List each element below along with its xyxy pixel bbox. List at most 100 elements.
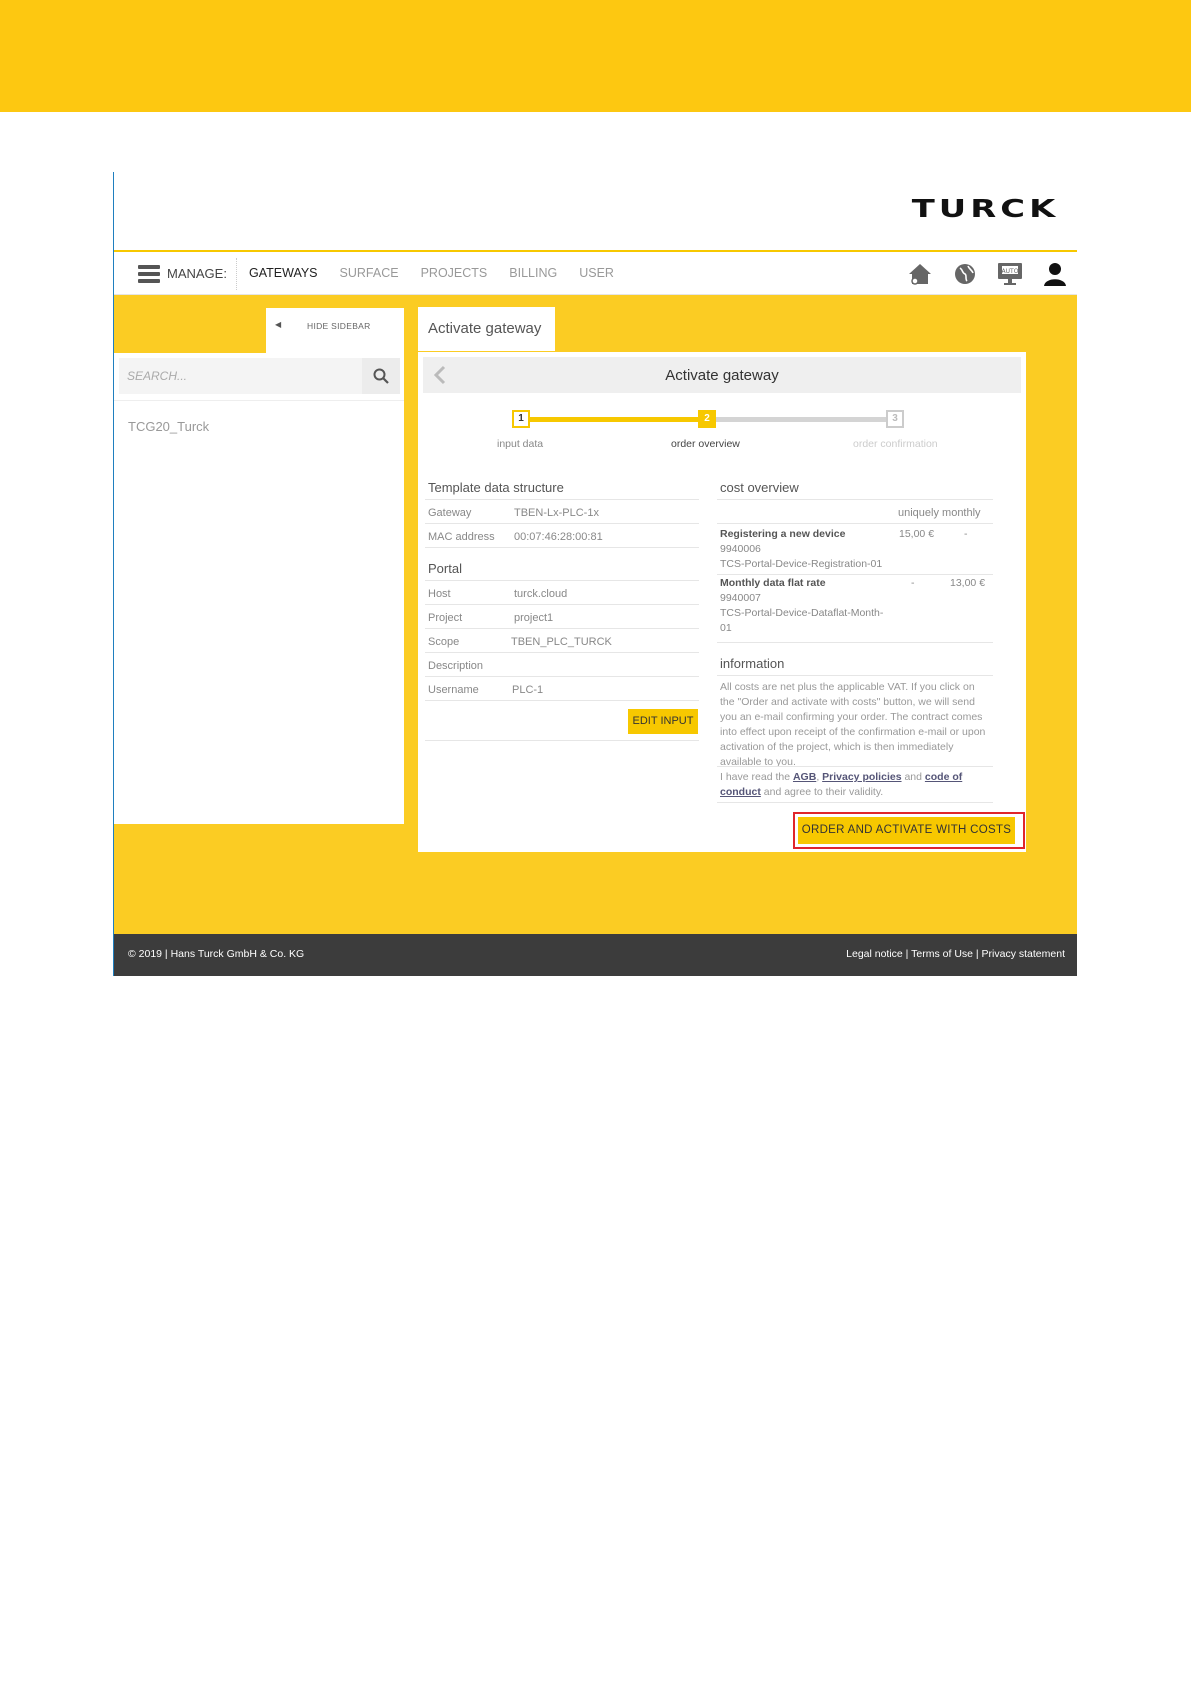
nav-item-billing[interactable]: BILLING (509, 266, 557, 280)
hide-sidebar-toggle[interactable]: ◀ HIDE SIDEBAR (266, 308, 404, 353)
cost-monthly: 13,00 € (950, 577, 986, 589)
home-icon[interactable] (906, 260, 934, 288)
template-key: Gateway (428, 507, 472, 519)
footer-copyright: © 2019 | Hans Turck GmbH & Co. KG (128, 948, 305, 960)
search-icon (373, 368, 389, 384)
nav-item-surface[interactable]: SURFACE (340, 266, 399, 280)
divider (717, 802, 993, 803)
agreement-and: and (901, 771, 925, 783)
divider (717, 642, 993, 643)
footer-links[interactable]: Legal notice | Terms of Use | Privacy st… (846, 948, 1065, 960)
step-1-box[interactable]: 1 (512, 410, 530, 428)
divider (425, 547, 699, 548)
cost-item-code: TCS-Portal-Device-Dataflat-Month- (720, 607, 884, 619)
portal-key: Project (428, 612, 463, 624)
divider (717, 499, 993, 500)
information-text: All costs are net plus the applicable VA… (720, 681, 986, 768)
sidebar: SEARCH... TCG20_Turck (114, 353, 404, 824)
nav-item-gateways[interactable]: GATEWAYS (249, 266, 318, 280)
cost-item-code: TCS-Portal-Device-Registration-01 (720, 558, 883, 570)
sidebar-item-gateway[interactable]: TCG20_Turck (128, 419, 209, 434)
panel-header: Activate gateway (423, 357, 1021, 393)
divider (425, 523, 699, 524)
progress-stepper: 1 2 3 input data order overview order co… (418, 407, 1026, 457)
portal-section-title: Portal (428, 561, 462, 576)
divider (425, 628, 699, 629)
svg-text:AUTO: AUTO (1002, 268, 1019, 275)
nav-items: GATEWAYS SURFACE PROJECTS BILLING USER (249, 266, 614, 280)
cost-item-dataflat: Monthly data flat rate 9940007 TCS-Porta… (720, 576, 883, 636)
cost-uniquely: - (911, 577, 915, 589)
divider (425, 499, 699, 500)
cost-item-name: Registering a new device (720, 528, 846, 540)
auto-monitor-icon[interactable]: AUTO (996, 260, 1024, 288)
agreement-prefix: I have read the (720, 771, 793, 783)
main-area: ◀ HIDE SIDEBAR SEARCH... TCG20_Turck Act… (114, 295, 1077, 934)
cost-section-title: cost overview (720, 480, 799, 495)
template-section-title: Template data structure (428, 480, 564, 495)
divider (717, 675, 993, 676)
stepper-track-done (521, 417, 707, 422)
step-3-label: order confirmation (853, 438, 938, 450)
activate-gateway-panel: Activate gateway 1 2 3 input data order … (418, 352, 1026, 852)
portal-key: Scope (428, 636, 460, 648)
portal-value: project1 (514, 612, 554, 624)
portal-key: Host (428, 588, 451, 600)
logo-area: TURCK (114, 172, 1077, 250)
cost-monthly: - (964, 528, 968, 540)
portal-value: PLC-1 (512, 684, 544, 696)
step-2-label: order overview (671, 438, 740, 450)
tab-activate-gateway[interactable]: Activate gateway (418, 307, 555, 351)
divider (425, 580, 699, 581)
search-button[interactable] (362, 358, 400, 394)
divider (425, 676, 699, 677)
footer: © 2019 | Hans Turck GmbH & Co. KG Legal … (114, 934, 1077, 976)
sidebar-divider (114, 400, 404, 401)
agb-link[interactable]: AGB (793, 771, 816, 783)
portal-key: Description (428, 660, 484, 672)
cost-item-name: Monthly data flat rate (720, 577, 826, 589)
hamburger-menu-icon[interactable] (138, 265, 160, 283)
stepper-track-todo (707, 417, 895, 422)
manage-label: MANAGE: (167, 266, 227, 281)
divider (717, 574, 993, 575)
template-value: 00:07:46:28:00:81 (514, 531, 603, 543)
cost-item-number: 9940006 (720, 543, 761, 555)
step-1-label: input data (497, 438, 544, 450)
portal-key: Username (428, 684, 479, 696)
divider (717, 766, 993, 767)
order-and-activate-button[interactable]: ORDER AND ACTIVATE WITH COSTS (798, 817, 1015, 844)
search-input[interactable]: SEARCH... (119, 358, 362, 394)
cost-columns-header: uniquely monthly (898, 507, 981, 519)
divider (425, 604, 699, 605)
portal-value: turck.cloud (514, 588, 568, 600)
nav-divider (236, 258, 237, 290)
cost-item-registration: Registering a new device 9940006 TCS-Por… (720, 527, 882, 572)
top-nav: MANAGE: GATEWAYS SURFACE PROJECTS BILLIN… (114, 250, 1077, 295)
agreement-suffix: and agree to their validity. (760, 786, 884, 798)
divider (425, 652, 699, 653)
divider (717, 523, 993, 524)
template-value: TBEN-Lx-PLC-1x (514, 507, 599, 519)
nav-item-projects[interactable]: PROJECTS (421, 266, 488, 280)
user-icon[interactable] (1041, 260, 1069, 288)
step-2-box[interactable]: 2 (698, 410, 716, 428)
edit-input-button[interactable]: EDIT INPUT (628, 709, 698, 734)
portal-value: TBEN_PLC_TURCK (511, 636, 612, 648)
nav-icons: AUTO (906, 260, 1069, 288)
turck-logo: TURCK (911, 194, 1059, 223)
cost-item-code-cont: 01 (720, 622, 732, 634)
step-3-box: 3 (886, 410, 904, 428)
cost-uniquely: 15,00 € (899, 528, 935, 540)
information-section-title: information (720, 656, 785, 671)
agreement-text: I have read the AGB, Privacy policies an… (720, 770, 988, 800)
hide-sidebar-label: HIDE SIDEBAR (307, 321, 371, 331)
app-screenshot: TURCK MANAGE: GATEWAYS SURFACE PROJECTS … (113, 172, 1077, 976)
globe-icon[interactable] (951, 260, 979, 288)
privacy-policies-link[interactable]: Privacy policies (822, 771, 901, 783)
caret-left-icon: ◀ (275, 320, 282, 329)
nav-item-user[interactable]: USER (579, 266, 614, 280)
divider (425, 740, 699, 741)
divider (425, 700, 699, 701)
cost-item-number: 9940007 (720, 592, 761, 604)
